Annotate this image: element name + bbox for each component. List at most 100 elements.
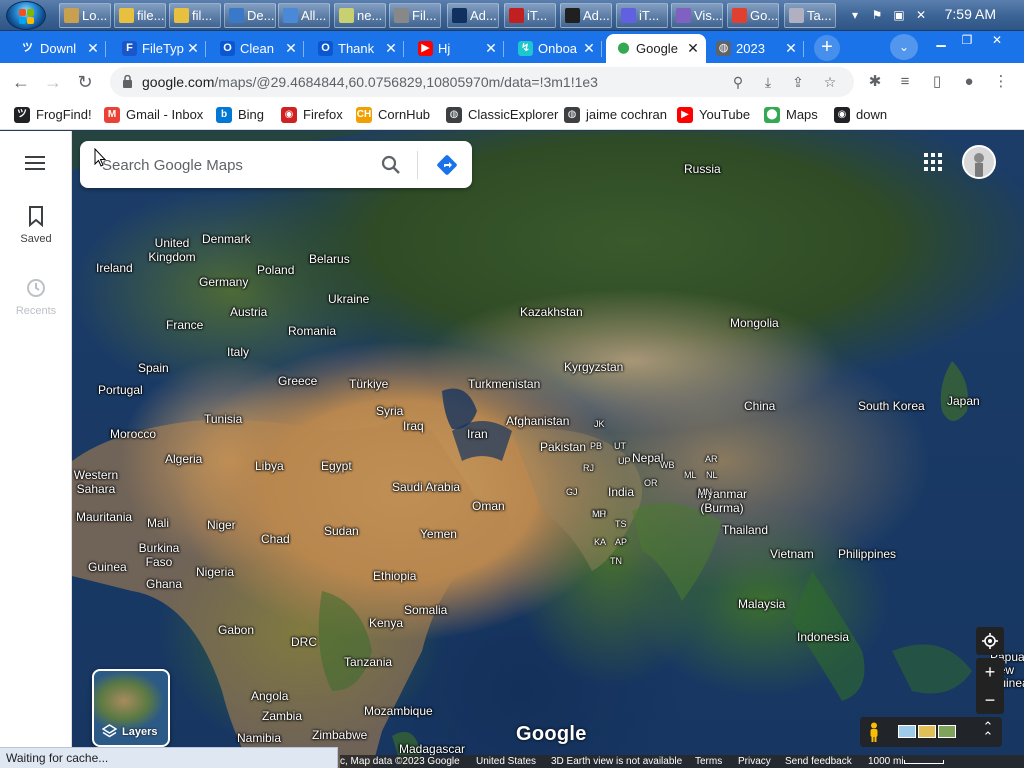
forward-button[interactable]: → [42, 71, 64, 93]
map-label[interactable]: Madagascar [399, 742, 465, 756]
map-label[interactable]: Yemen [420, 527, 457, 541]
map-label[interactable]: Chad [261, 532, 290, 546]
browser-tab[interactable]: ◍ 2023 ✕ [706, 34, 804, 63]
privacy-link[interactable]: Privacy [738, 755, 771, 768]
taskbar-task[interactable]: Ad... [447, 3, 499, 28]
tab-search-button[interactable]: ⌄ [890, 34, 918, 60]
address-bar[interactable]: google.com/maps/@29.4684844,60.0756829,1… [110, 67, 854, 97]
map-label[interactable]: Sudan [324, 524, 359, 538]
lock-icon[interactable] [122, 75, 133, 88]
map-label[interactable]: Austria [230, 305, 267, 319]
taskbar-task[interactable]: Ta... [784, 3, 836, 28]
bookmark-item[interactable]: ◍ jaime cochran [564, 106, 667, 124]
map-label[interactable]: Spain [138, 361, 169, 375]
rail-saved-button[interactable]: Saved [0, 205, 72, 245]
taskbar-task[interactable]: Go... [727, 3, 779, 28]
map-label[interactable]: Tunisia [204, 412, 242, 426]
media-controls-icon[interactable]: ≡ [894, 71, 916, 93]
map-label[interactable]: TN [610, 554, 622, 568]
map-label[interactable]: Syria [376, 404, 403, 418]
taskbar-task[interactable]: Lo... [59, 3, 111, 28]
volume-muted-icon[interactable]: ✕ [914, 8, 928, 22]
terrain-thumbnail[interactable] [918, 725, 936, 738]
map-label[interactable]: Niger [207, 518, 236, 532]
terms-link[interactable]: Terms [695, 755, 722, 768]
close-tab-icon[interactable]: ✕ [686, 34, 700, 63]
map-label[interactable]: KA [594, 535, 606, 549]
map-label[interactable]: Mozambique [364, 704, 433, 718]
map-label[interactable]: NL [706, 468, 718, 482]
bookmark-item[interactable]: M Gmail - Inbox [104, 106, 203, 124]
map-label[interactable]: Russia [684, 162, 721, 176]
zoom-out-button[interactable]: − [976, 686, 1004, 714]
map-label[interactable]: Mongolia [730, 316, 779, 330]
close-tab-icon[interactable]: ✕ [582, 34, 596, 63]
map-label[interactable]: Mali [147, 516, 169, 530]
flag-icon[interactable]: ⚑ [870, 8, 884, 22]
taskbar-task[interactable]: file... [114, 3, 166, 28]
map-label[interactable]: Vietnam [770, 547, 814, 561]
google-apps-icon[interactable] [924, 153, 942, 171]
search-icon[interactable] [380, 154, 402, 176]
map-label[interactable]: Morocco [110, 427, 156, 441]
map-label[interactable]: Kyrgyzstan [564, 360, 623, 374]
map-label[interactable]: Burkina Faso [134, 541, 184, 569]
browser-tab[interactable]: ツ Downl ✕ [10, 34, 106, 63]
send-feedback-link[interactable]: Send feedback [785, 755, 852, 768]
reload-button[interactable]: ↻ [74, 71, 96, 93]
map-label[interactable]: Mauritania [76, 510, 132, 524]
back-button[interactable]: ← [10, 71, 32, 93]
map-label[interactable]: GJ [566, 485, 578, 499]
map-label[interactable]: ML [684, 468, 697, 482]
layers-button[interactable]: Layers [92, 669, 170, 747]
map-label[interactable]: Türkiye [349, 377, 388, 391]
browser-tab[interactable]: ▶ Hj ✕ [408, 34, 504, 63]
new-tab-button[interactable]: + [814, 35, 840, 61]
expand-chevron-icon[interactable]: ⌃ ⌃ [982, 720, 994, 743]
close-tab-icon[interactable]: ✕ [186, 34, 200, 63]
minimize-button[interactable]: ▁ [928, 31, 954, 49]
taskbar-clock[interactable]: 7:59 AM [945, 6, 996, 22]
map-label[interactable]: UT [614, 439, 626, 453]
map-label[interactable]: AP [615, 535, 627, 549]
map-label[interactable]: MH [592, 507, 606, 521]
map-label[interactable]: Oman [472, 499, 505, 513]
map-label[interactable]: Zambia [262, 709, 302, 723]
taskbar-task[interactable]: ne... [334, 3, 386, 28]
map-label[interactable]: Denmark [202, 232, 251, 246]
start-button[interactable] [6, 1, 46, 30]
close-tab-icon[interactable]: ✕ [484, 34, 498, 63]
map-label[interactable]: Guinea [88, 560, 127, 574]
map-label[interactable]: China [744, 399, 775, 413]
map-label[interactable]: Ghana [146, 577, 182, 591]
tray-overflow-icon[interactable]: ▾ [848, 8, 862, 22]
map-label[interactable]: Japan [947, 394, 980, 408]
close-tab-icon[interactable]: ✕ [784, 34, 798, 63]
map-label[interactable]: TS [615, 517, 627, 531]
map-label[interactable]: Ukraine [328, 292, 369, 306]
browser-tab[interactable]: F FileTyp ✕ [112, 34, 206, 63]
bookmark-item[interactable]: b Bing [216, 106, 264, 124]
map-label[interactable]: AR [705, 452, 718, 466]
close-tab-icon[interactable]: ✕ [86, 34, 100, 63]
map-data-attribution[interactable]: c, Map data ©2023 Google [340, 755, 460, 768]
map-label[interactable]: Somalia [404, 603, 447, 617]
install-icon[interactable]: ⤓ [760, 74, 776, 90]
close-tab-icon[interactable]: ✕ [384, 34, 398, 63]
map-label[interactable]: UP [618, 454, 631, 468]
map-label[interactable]: Iraq [403, 419, 424, 433]
map-label[interactable]: WB [660, 458, 675, 472]
search-input[interactable] [102, 152, 372, 178]
taskbar-task[interactable]: iT... [616, 3, 668, 28]
map-label[interactable]: DRC [291, 635, 317, 649]
map-label[interactable]: Nigeria [196, 565, 234, 579]
zoom-in-button[interactable]: + [976, 658, 1004, 686]
browser-tab[interactable]: ⬤ Google ✕ [606, 34, 706, 63]
map-label[interactable]: RJ [583, 461, 594, 475]
map-label[interactable]: Angola [251, 689, 288, 703]
satellite-thumbnail[interactable] [938, 725, 956, 738]
map-label[interactable]: Zimbabwe [312, 728, 367, 742]
bookmark-item[interactable]: ▶ YouTube [677, 106, 750, 124]
close-tab-icon[interactable]: ✕ [284, 34, 298, 63]
map-label[interactable]: Nepal [632, 451, 663, 465]
